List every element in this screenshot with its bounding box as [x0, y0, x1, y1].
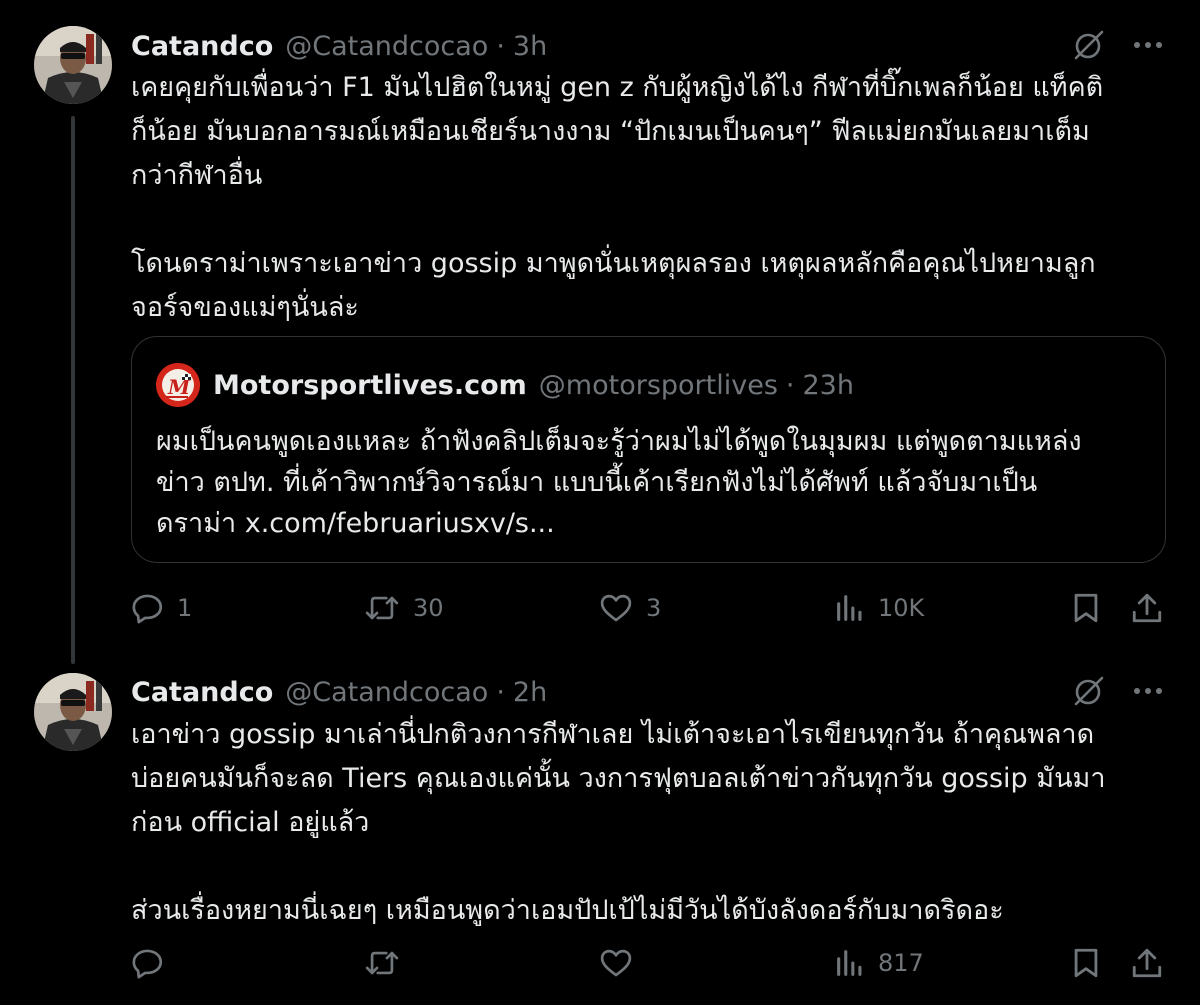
reply-icon: [132, 949, 163, 979]
repost-icon: [365, 951, 399, 975]
repost-count: 30: [413, 594, 444, 622]
tweet-header: Catandco @Catandcocao · 3h: [131, 26, 547, 66]
share-button[interactable]: [1131, 586, 1163, 630]
user-handle[interactable]: @Catandcocao: [285, 31, 488, 62]
share-icon: [1132, 593, 1162, 623]
like-icon: [600, 594, 632, 622]
tweet-header-actions: [1072, 28, 1164, 62]
tweet-text-line: ส่วนเรื่องหยามนี่เฉยๆ เหมือนพูดว่าเอมปัป…: [131, 895, 1004, 926]
tweet-action-bar: 1 30 3 10K: [131, 586, 1166, 630]
tweet-text-line: เคยคุยกับเพื่อนว่า F1 มันไปฮิตในหมู่ gen…: [131, 72, 1104, 103]
tweet-text-line: กว่ากีฬาอื่น: [131, 160, 263, 191]
tweet-text: เคยคุยกับเพื่อนว่า F1 มันไปฮิตในหมู่ gen…: [131, 66, 1171, 330]
reply-button[interactable]: [131, 941, 177, 985]
motorsportlives-logo[interactable]: M: [156, 363, 200, 407]
avatar[interactable]: [34, 26, 112, 104]
tweet-header-actions: [1072, 674, 1164, 708]
tweet-text-line: ก็น้อย มันบอกอารมณ์เหมือนเชียร์นางงาม “ป…: [131, 116, 1090, 147]
quoted-text-line: ข่าว ตปท. ที่เค้าวิพากษ์วิจารณ์มา แบบนี้…: [156, 467, 1038, 498]
share-icon: [1132, 948, 1162, 978]
grok-icon[interactable]: [1072, 674, 1106, 708]
views-button[interactable]: 817: [834, 941, 924, 985]
more-icon[interactable]: [1132, 40, 1164, 50]
repost-button[interactable]: 30: [363, 586, 444, 630]
avatar[interactable]: [34, 673, 112, 751]
separator-dot: ·: [785, 369, 795, 401]
tweet-text-line: โดนดราม่าเพราะเอาข่าว gossip มาพูดนั่นเห…: [131, 248, 1096, 279]
display-name[interactable]: Catandco: [131, 677, 273, 708]
views-button[interactable]: 10K: [834, 586, 924, 630]
user-handle[interactable]: @Catandcocao: [285, 677, 488, 708]
like-count: 3: [646, 594, 662, 622]
bookmark-icon: [1074, 593, 1098, 623]
quoted-display-name[interactable]: Motorsportlives.com: [213, 370, 527, 401]
tweet-text-line: จอร์จของแม่ๆนั่นล่ะ: [131, 292, 359, 323]
tweet-action-bar: 817: [131, 941, 1166, 985]
quoted-tweet-text: ผมเป็นคนพูดเองแหละ ถ้าฟังคลิปเต็มจะรู้ว่…: [156, 421, 1146, 544]
like-button[interactable]: 3: [598, 586, 661, 630]
quoted-timestamp[interactable]: 23h: [803, 370, 854, 401]
reply-button[interactable]: 1: [131, 586, 192, 630]
like-icon: [600, 949, 632, 977]
quoted-text-line: ดราม่า x.com/februariusxv/s...: [156, 508, 555, 539]
separator-dot: ·: [496, 676, 505, 708]
reply-count: 1: [177, 594, 193, 622]
quoted-tweet-header: M Motorsportlives.com @motorsportlives ·…: [156, 363, 854, 407]
tweet-text-line: ก่อน official อยู่แล้ว: [131, 807, 370, 838]
tweet-text: เอาข่าว gossip มาเล่านี่ปกติวงการกีฬาเลย…: [131, 713, 1171, 933]
bookmark-button[interactable]: [1071, 941, 1101, 985]
more-icon[interactable]: [1132, 686, 1164, 696]
display-name[interactable]: Catandco: [131, 31, 273, 62]
timestamp[interactable]: 3h: [513, 31, 547, 62]
bookmark-button[interactable]: [1071, 586, 1101, 630]
like-button[interactable]: [598, 941, 646, 985]
tweet-header: Catandco @Catandcocao · 2h: [131, 672, 547, 712]
view-count: 817: [878, 949, 924, 977]
tweet-text-line: เอาข่าว gossip มาเล่านี่ปกติวงการกีฬาเลย…: [131, 719, 1095, 750]
quoted-user-handle[interactable]: @motorsportlives: [539, 370, 778, 401]
reply-icon: [132, 594, 163, 624]
views-icon: [837, 950, 862, 976]
repost-button[interactable]: [363, 941, 413, 985]
quoted-tweet[interactable]: M Motorsportlives.com @motorsportlives ·…: [131, 336, 1166, 563]
thread-connector-line: [71, 116, 75, 664]
repost-icon: [365, 596, 399, 620]
tweet-text-line: บ่อยคนมันก็จะลด Tiers คุณเองแค่นั้น วงกา…: [131, 763, 1106, 794]
quoted-text-line: ผมเป็นคนพูดเองแหละ ถ้าฟังคลิปเต็มจะรู้ว่…: [156, 426, 1082, 457]
view-count: 10K: [878, 594, 925, 622]
timestamp[interactable]: 2h: [513, 677, 547, 708]
grok-icon[interactable]: [1072, 28, 1106, 62]
views-icon: [837, 595, 862, 621]
bookmark-icon: [1074, 948, 1098, 978]
separator-dot: ·: [496, 30, 505, 62]
share-button[interactable]: [1131, 941, 1163, 985]
